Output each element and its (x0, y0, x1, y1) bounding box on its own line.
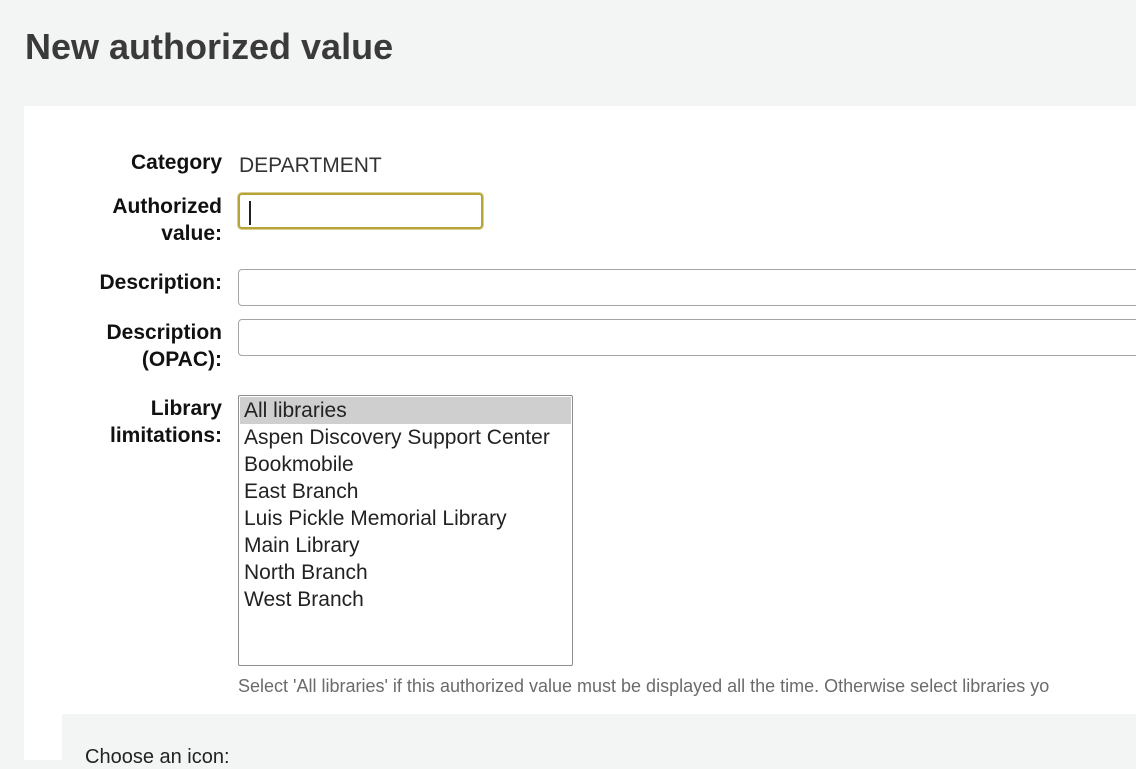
library-limitations-select[interactable]: All libraries Aspen Discovery Support Ce… (238, 395, 573, 666)
description-opac-label: Description (OPAC): (106, 321, 222, 371)
library-option[interactable]: Aspen Discovery Support Center (240, 424, 571, 451)
description-input[interactable] (238, 269, 1136, 306)
authorized-value-label: Authorized value: (112, 195, 222, 245)
description-opac-input[interactable] (238, 319, 1136, 356)
description-label: Description: (99, 271, 222, 294)
icon-chooser-heading: Choose an icon: (85, 746, 230, 768)
text-cursor (249, 201, 251, 225)
library-option[interactable]: All libraries (240, 397, 571, 424)
authorized-value-input[interactable] (238, 193, 483, 229)
library-option[interactable]: West Branch (240, 586, 571, 613)
authorized-value-form: Category DEPARTMENT Authorized value: De… (24, 106, 1136, 768)
library-option[interactable]: Main Library (240, 532, 571, 559)
page-title: New authorized value (25, 26, 394, 67)
library-option[interactable]: Bookmobile (240, 451, 571, 478)
library-option[interactable]: East Branch (240, 478, 571, 505)
library-option[interactable]: North Branch (240, 559, 571, 586)
library-limitations-hint: Select 'All libraries' if this authorize… (238, 676, 1050, 696)
library-limitations-label: Library limitations: (109, 397, 222, 447)
category-value: DEPARTMENT (239, 154, 382, 177)
icon-chooser-section: Choose an icon: (62, 714, 1136, 768)
category-label: Category (130, 151, 222, 174)
library-option[interactable]: Luis Pickle Memorial Library (240, 505, 571, 532)
